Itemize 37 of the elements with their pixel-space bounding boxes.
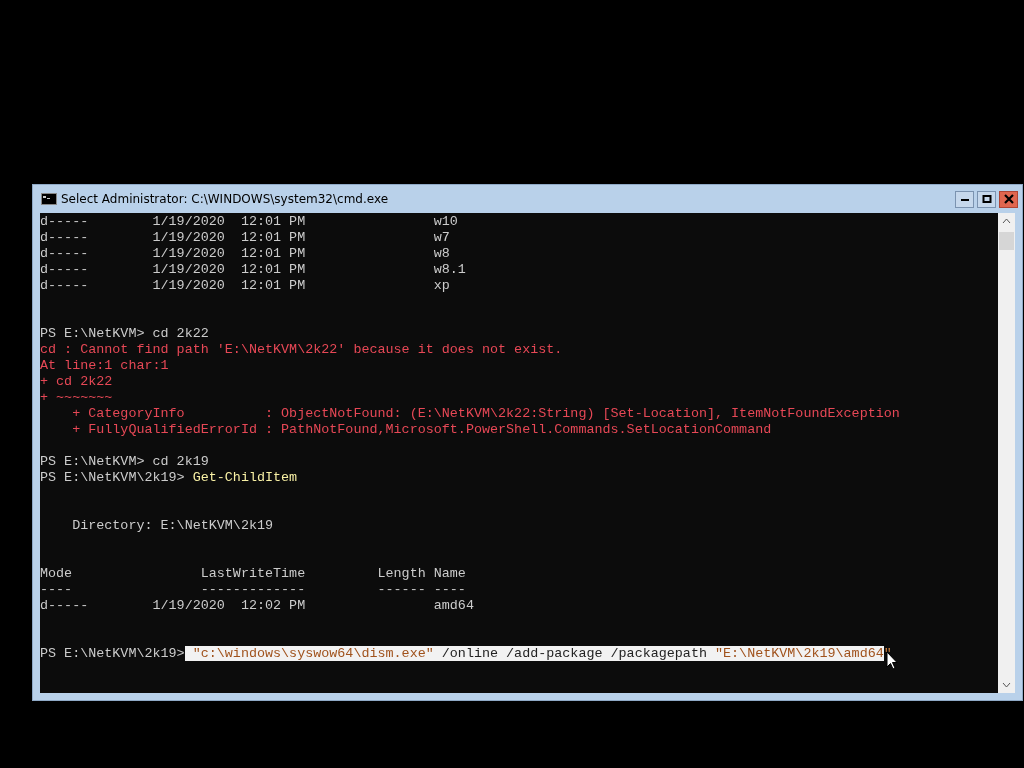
command-text: cd 2k22 — [152, 326, 209, 341]
maximize-icon — [981, 194, 992, 204]
error-line: At line:1 char:1 — [40, 358, 169, 373]
command-text: Get-ChildItem — [192, 470, 298, 485]
command-text: /online /add-package /packagepath — [433, 646, 715, 661]
close-icon — [1003, 194, 1014, 204]
console-line: d----- 1/19/2020 12:01 PM w7 — [40, 230, 450, 245]
maximize-button[interactable] — [977, 190, 996, 208]
error-line: + CategoryInfo : ObjectNotFound: (E:\NetKVM\2k22:String) [Set-Location], ItemNotFoundException — [71, 406, 900, 421]
scroll-down-icon[interactable] — [1002, 682, 1011, 688]
console-icon — [41, 193, 57, 205]
console-line: Mode LastWriteTime Length Name — [40, 566, 466, 581]
minimize-button[interactable] — [955, 190, 974, 208]
mouse-pointer-icon — [886, 651, 898, 670]
prompt-text: PS E:\NetKVM\2k19> — [40, 470, 186, 485]
console-line: d----- 1/19/2020 12:01 PM w8.1 — [40, 262, 466, 277]
command-text: " — [883, 646, 892, 661]
close-button[interactable] — [999, 190, 1018, 208]
error-line: + cd 2k22 — [40, 374, 113, 389]
console-line: d----- 1/19/2020 12:01 PM w10 — [40, 214, 458, 229]
prompt-text: PS E:\NetKVM\2k19> — [40, 646, 185, 661]
command-text: cd 2k19 — [152, 454, 209, 469]
console-line: Directory: E:\NetKVM\2k19 — [71, 518, 274, 533]
command-text: "E:\NetKVM\2k19\amd64 — [715, 646, 884, 661]
prompt-text: PS E:\NetKVM> — [40, 454, 146, 469]
error-line: + FullyQualifiedErrorId : PathNotFound,Microsoft.PowerShell.Commands.SetLocationCommand — [71, 422, 772, 437]
prompt-text: PS E:\NetKVM> — [40, 326, 146, 341]
console-line: ---- ------------- ------ ---- — [40, 582, 466, 597]
console-line: d----- 1/19/2020 12:01 PM xp — [40, 278, 450, 293]
console-line: d----- 1/19/2020 12:01 PM w8 — [40, 246, 450, 261]
console-line: d----- 1/19/2020 12:02 PM amd64 — [40, 598, 474, 613]
scroll-thumb[interactable] — [999, 232, 1014, 250]
window-title: Select Administrator: C:\WINDOWS\system32\cmd.exe — [61, 192, 390, 206]
error-line: + ~~~~~~~ — [40, 390, 113, 405]
scroll-up-icon[interactable] — [1002, 218, 1011, 224]
command-text: "c:\windows\syswow64\dism.exe" — [184, 646, 434, 661]
error-line: cd : Cannot find path 'E:\NetKVM\2k22' because it does not exist. — [40, 342, 563, 357]
